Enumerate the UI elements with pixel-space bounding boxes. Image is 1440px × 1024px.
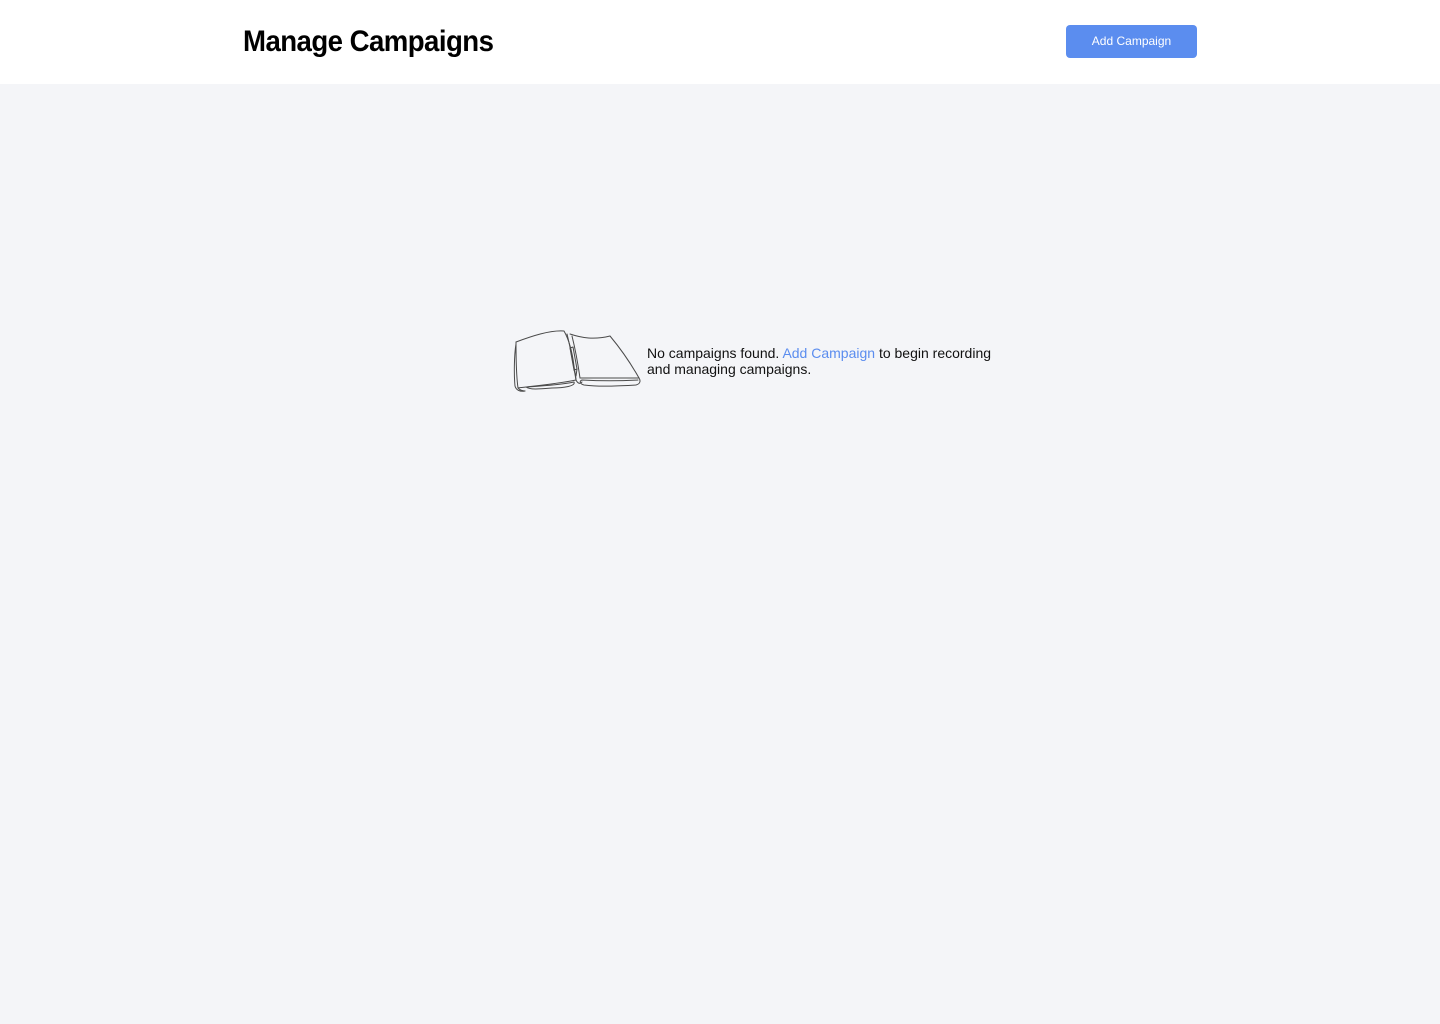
page-header: Manage Campaigns Add Campaign — [0, 0, 1440, 84]
main-content — [0, 84, 1440, 1024]
empty-state-message: No campaigns found. Add Campaign to begi… — [647, 345, 1007, 377]
add-campaign-link[interactable]: Add Campaign — [782, 345, 875, 361]
page-title: Manage Campaigns — [243, 25, 494, 58]
add-campaign-button[interactable]: Add Campaign — [1066, 25, 1197, 58]
empty-state: No campaigns found. Add Campaign to begi… — [512, 328, 1007, 394]
empty-state-text-before: No campaigns found. — [647, 345, 780, 361]
open-book-icon — [513, 330, 641, 392]
